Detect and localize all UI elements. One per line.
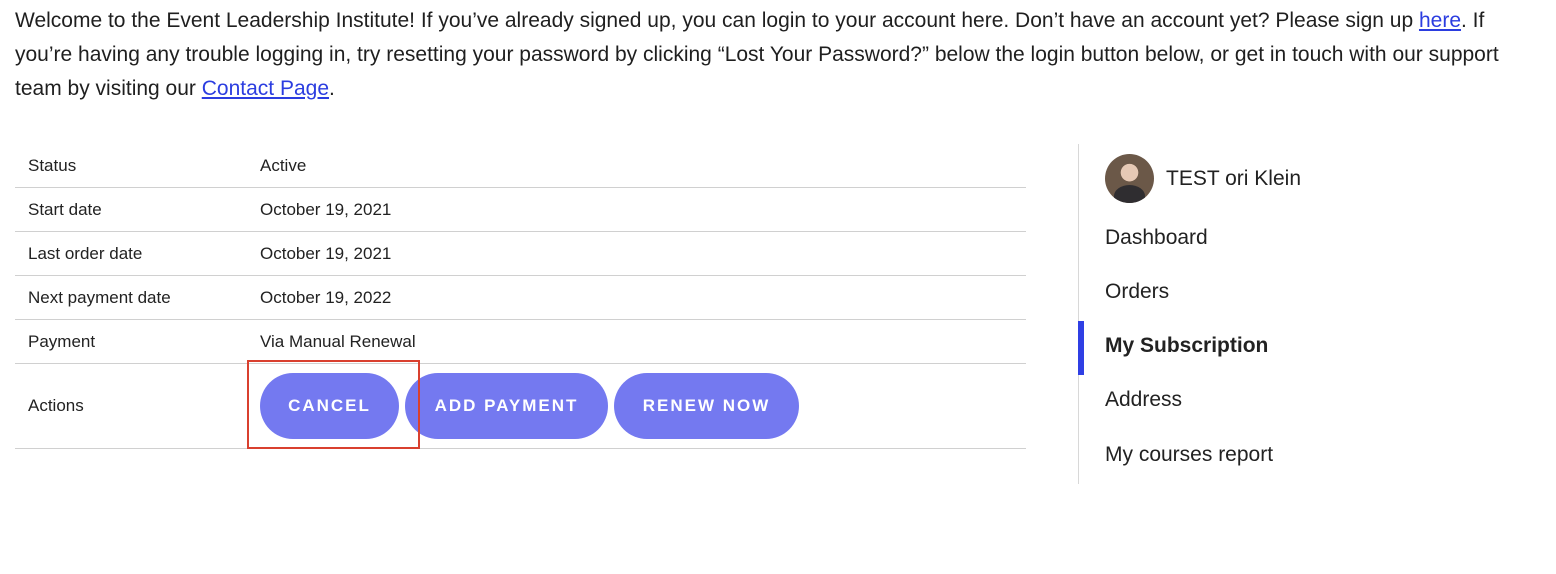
- subscription-details-table: Status Active Start date October 19, 202…: [15, 144, 1026, 449]
- user-name: TEST ori Klein: [1166, 166, 1301, 190]
- contact-page-link[interactable]: Contact Page: [202, 77, 329, 100]
- avatar: [1105, 154, 1154, 203]
- row-label: Status: [28, 155, 77, 175]
- row-value: October 19, 2022: [260, 287, 392, 307]
- sidebar-item-my-subscription[interactable]: My Subscription: [1105, 334, 1268, 358]
- sidebar-item-orders[interactable]: Orders: [1105, 280, 1169, 304]
- table-row-start-date: Start date October 19, 2021: [15, 188, 1026, 232]
- table-row-payment: Payment Via Manual Renewal: [15, 320, 1026, 364]
- sidebar-item-my-courses-report[interactable]: My courses report: [1105, 443, 1273, 467]
- row-label: Actions: [28, 396, 84, 415]
- table-row-actions: Actions CANCEL ADD PAYMENT RENEW NOW: [15, 364, 1026, 449]
- row-label: Next payment date: [28, 287, 171, 307]
- intro-paragraph: Welcome to the Event Leadership Institut…: [15, 4, 1535, 106]
- active-nav-indicator: [1078, 321, 1084, 375]
- sidebar-item-address[interactable]: Address: [1105, 388, 1182, 412]
- cancel-button[interactable]: CANCEL: [260, 373, 399, 439]
- sidebar-item-dashboard[interactable]: Dashboard: [1105, 226, 1208, 250]
- add-payment-button[interactable]: ADD PAYMENT: [405, 373, 608, 439]
- row-label: Start date: [28, 199, 102, 219]
- row-value: Active: [260, 155, 307, 175]
- table-row-next-payment-date: Next payment date October 19, 2022: [15, 276, 1026, 320]
- intro-text-end: .: [329, 77, 335, 100]
- row-value: Via Manual Renewal: [260, 331, 416, 351]
- row-value: October 19, 2021: [260, 199, 392, 219]
- row-label: Last order date: [28, 243, 143, 263]
- intro-text-1: Welcome to the Event Leadership Institut…: [15, 9, 1419, 32]
- user-profile[interactable]: TEST ori Klein: [1105, 154, 1301, 203]
- signup-here-link[interactable]: here: [1419, 9, 1461, 32]
- table-row-status: Status Active: [15, 144, 1026, 188]
- row-value: October 19, 2021: [260, 243, 392, 263]
- account-sidebar: TEST ori Klein Dashboard Orders My Subsc…: [1078, 144, 1479, 484]
- actions-group: CANCEL ADD PAYMENT RENEW NOW: [260, 373, 1026, 439]
- renew-now-button[interactable]: RENEW NOW: [614, 373, 799, 439]
- table-row-last-order-date: Last order date October 19, 2021: [15, 232, 1026, 276]
- row-label: Payment: [28, 331, 96, 351]
